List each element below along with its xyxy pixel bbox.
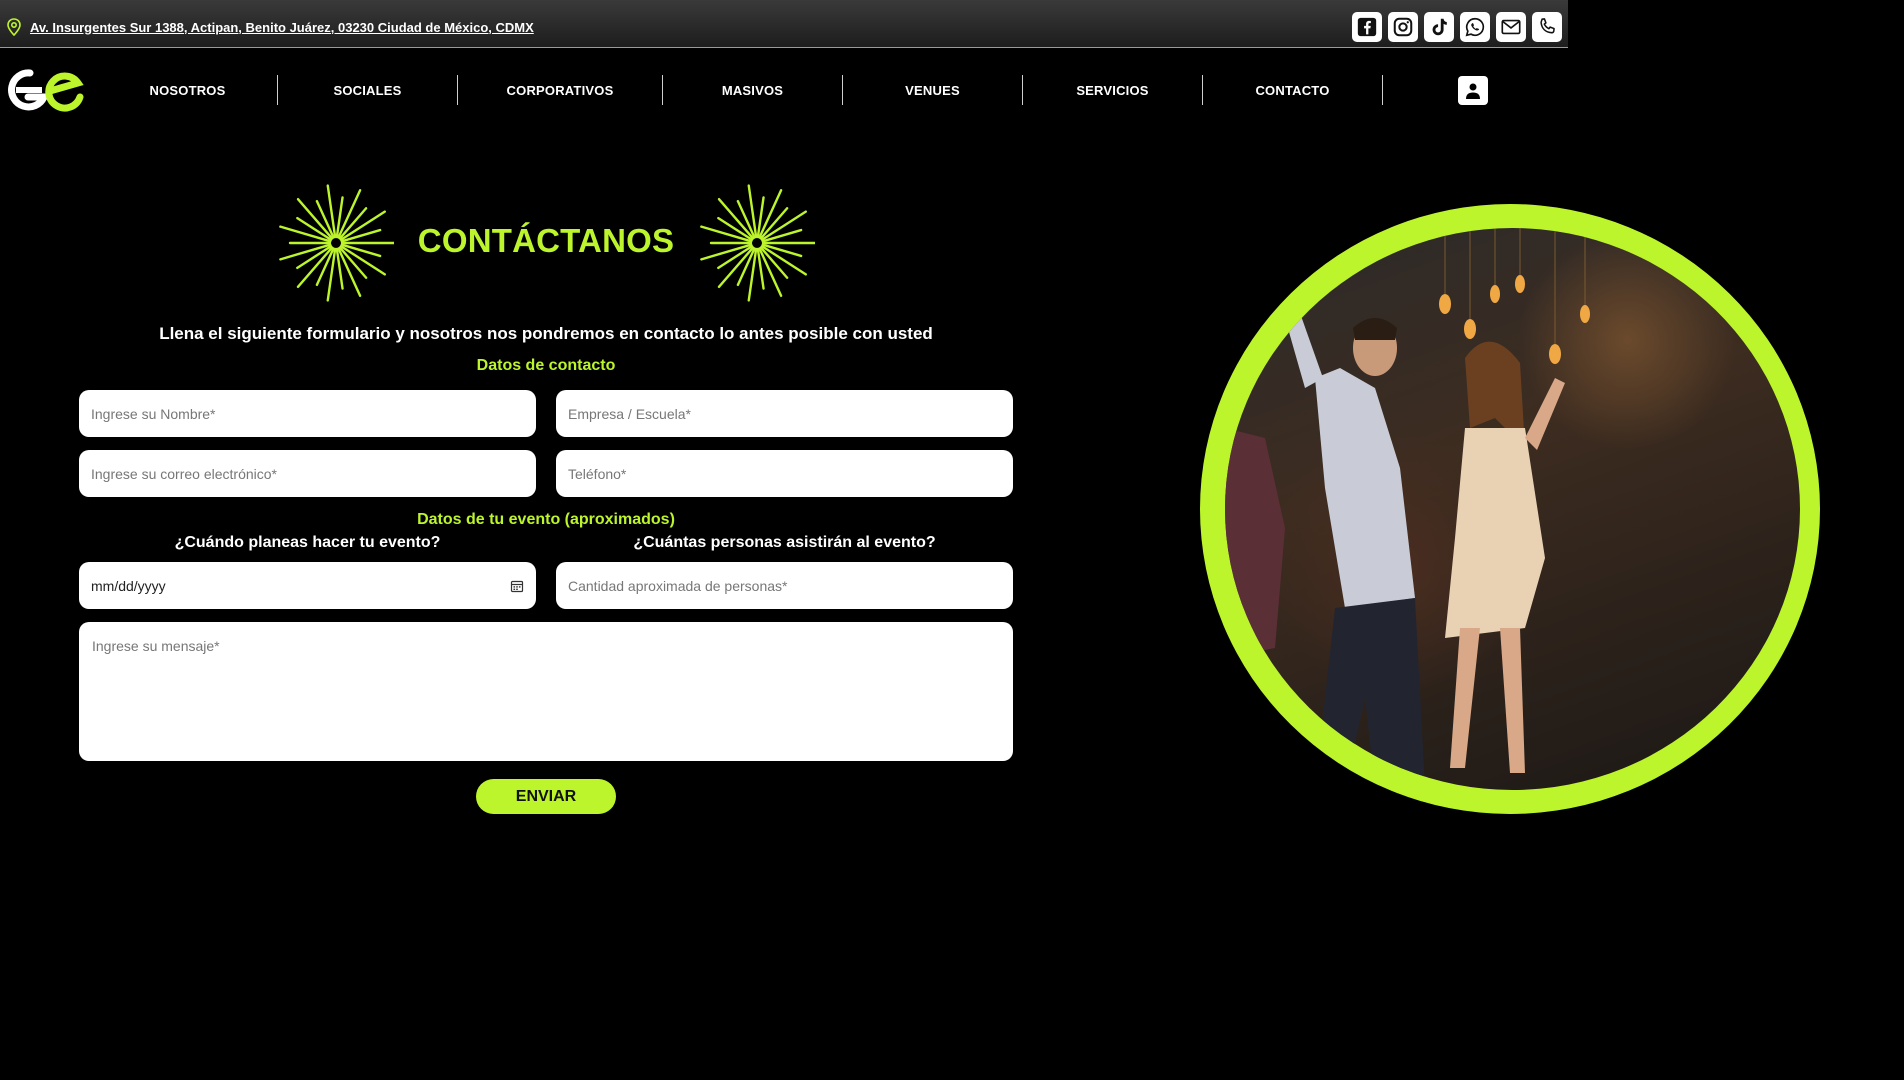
- whatsapp-icon[interactable]: [1460, 12, 1490, 42]
- nav-item-corporativos[interactable]: CORPORATIVOS: [458, 75, 663, 105]
- contact-section-heading: Datos de contacto: [476, 357, 616, 374]
- page-title: CONTÁCTANOS: [417, 222, 675, 259]
- phone-input[interactable]: [556, 450, 1013, 497]
- nav-item-venues[interactable]: VENUES: [843, 75, 1023, 105]
- main-nav: NOSOTROS SOCIALES CORPORATIVOS MASIVOS V…: [0, 49, 1568, 131]
- name-input[interactable]: [79, 390, 536, 437]
- nav-item-servicios[interactable]: SERVICIOS: [1023, 75, 1203, 105]
- event-section-heading: Datos de tu evento (aproximados): [417, 511, 675, 528]
- nav-menu: NOSOTROS SOCIALES CORPORATIVOS MASIVOS V…: [98, 75, 1383, 105]
- firework-icon: [700, 184, 815, 302]
- message-textarea[interactable]: [79, 622, 1013, 761]
- nav-item-nosotros[interactable]: NOSOTROS: [98, 75, 278, 105]
- instagram-icon[interactable]: [1388, 12, 1418, 42]
- date-value: mm/dd/yyyy: [91, 577, 166, 594]
- facebook-icon[interactable]: [1352, 12, 1382, 42]
- social-links: [1352, 12, 1562, 42]
- form-intro: Llena el siguiente formulario y nosotros…: [159, 324, 933, 343]
- party-photo-illustration: [1225, 228, 1590, 788]
- location-pin-icon: [7, 18, 21, 36]
- company-input[interactable]: [556, 390, 1013, 437]
- nav-item-sociales[interactable]: SOCIALES: [278, 75, 458, 105]
- phone-icon[interactable]: [1532, 12, 1562, 42]
- nav-item-contacto[interactable]: CONTACTO: [1203, 75, 1383, 105]
- event-date-question: ¿Cuándo planeas hacer tu evento?: [174, 534, 441, 551]
- attendees-question: ¿Cuántas personas asistirán al evento?: [633, 534, 936, 551]
- submit-button[interactable]: ENVIAR: [476, 779, 616, 814]
- top-bar: Av. Insurgentes Sur 1388, Actipan, Benit…: [0, 0, 1568, 48]
- user-icon: [1466, 83, 1480, 99]
- calendar-icon[interactable]: [510, 579, 524, 593]
- address-link[interactable]: Av. Insurgentes Sur 1388, Actipan, Benit…: [6, 18, 534, 36]
- party-photo: [1225, 228, 1800, 790]
- address-text[interactable]: Av. Insurgentes Sur 1388, Actipan, Benit…: [30, 20, 534, 35]
- attendees-input[interactable]: [556, 562, 1013, 609]
- user-account-button[interactable]: [1458, 76, 1488, 105]
- event-date-input[interactable]: mm/dd/yyyy: [79, 562, 536, 609]
- tiktok-icon[interactable]: [1424, 12, 1454, 42]
- nav-item-masivos[interactable]: MASIVOS: [663, 75, 843, 105]
- email-input[interactable]: [79, 450, 536, 497]
- brand-logo[interactable]: [8, 67, 84, 113]
- email-icon[interactable]: [1496, 12, 1526, 42]
- firework-icon: [279, 184, 394, 302]
